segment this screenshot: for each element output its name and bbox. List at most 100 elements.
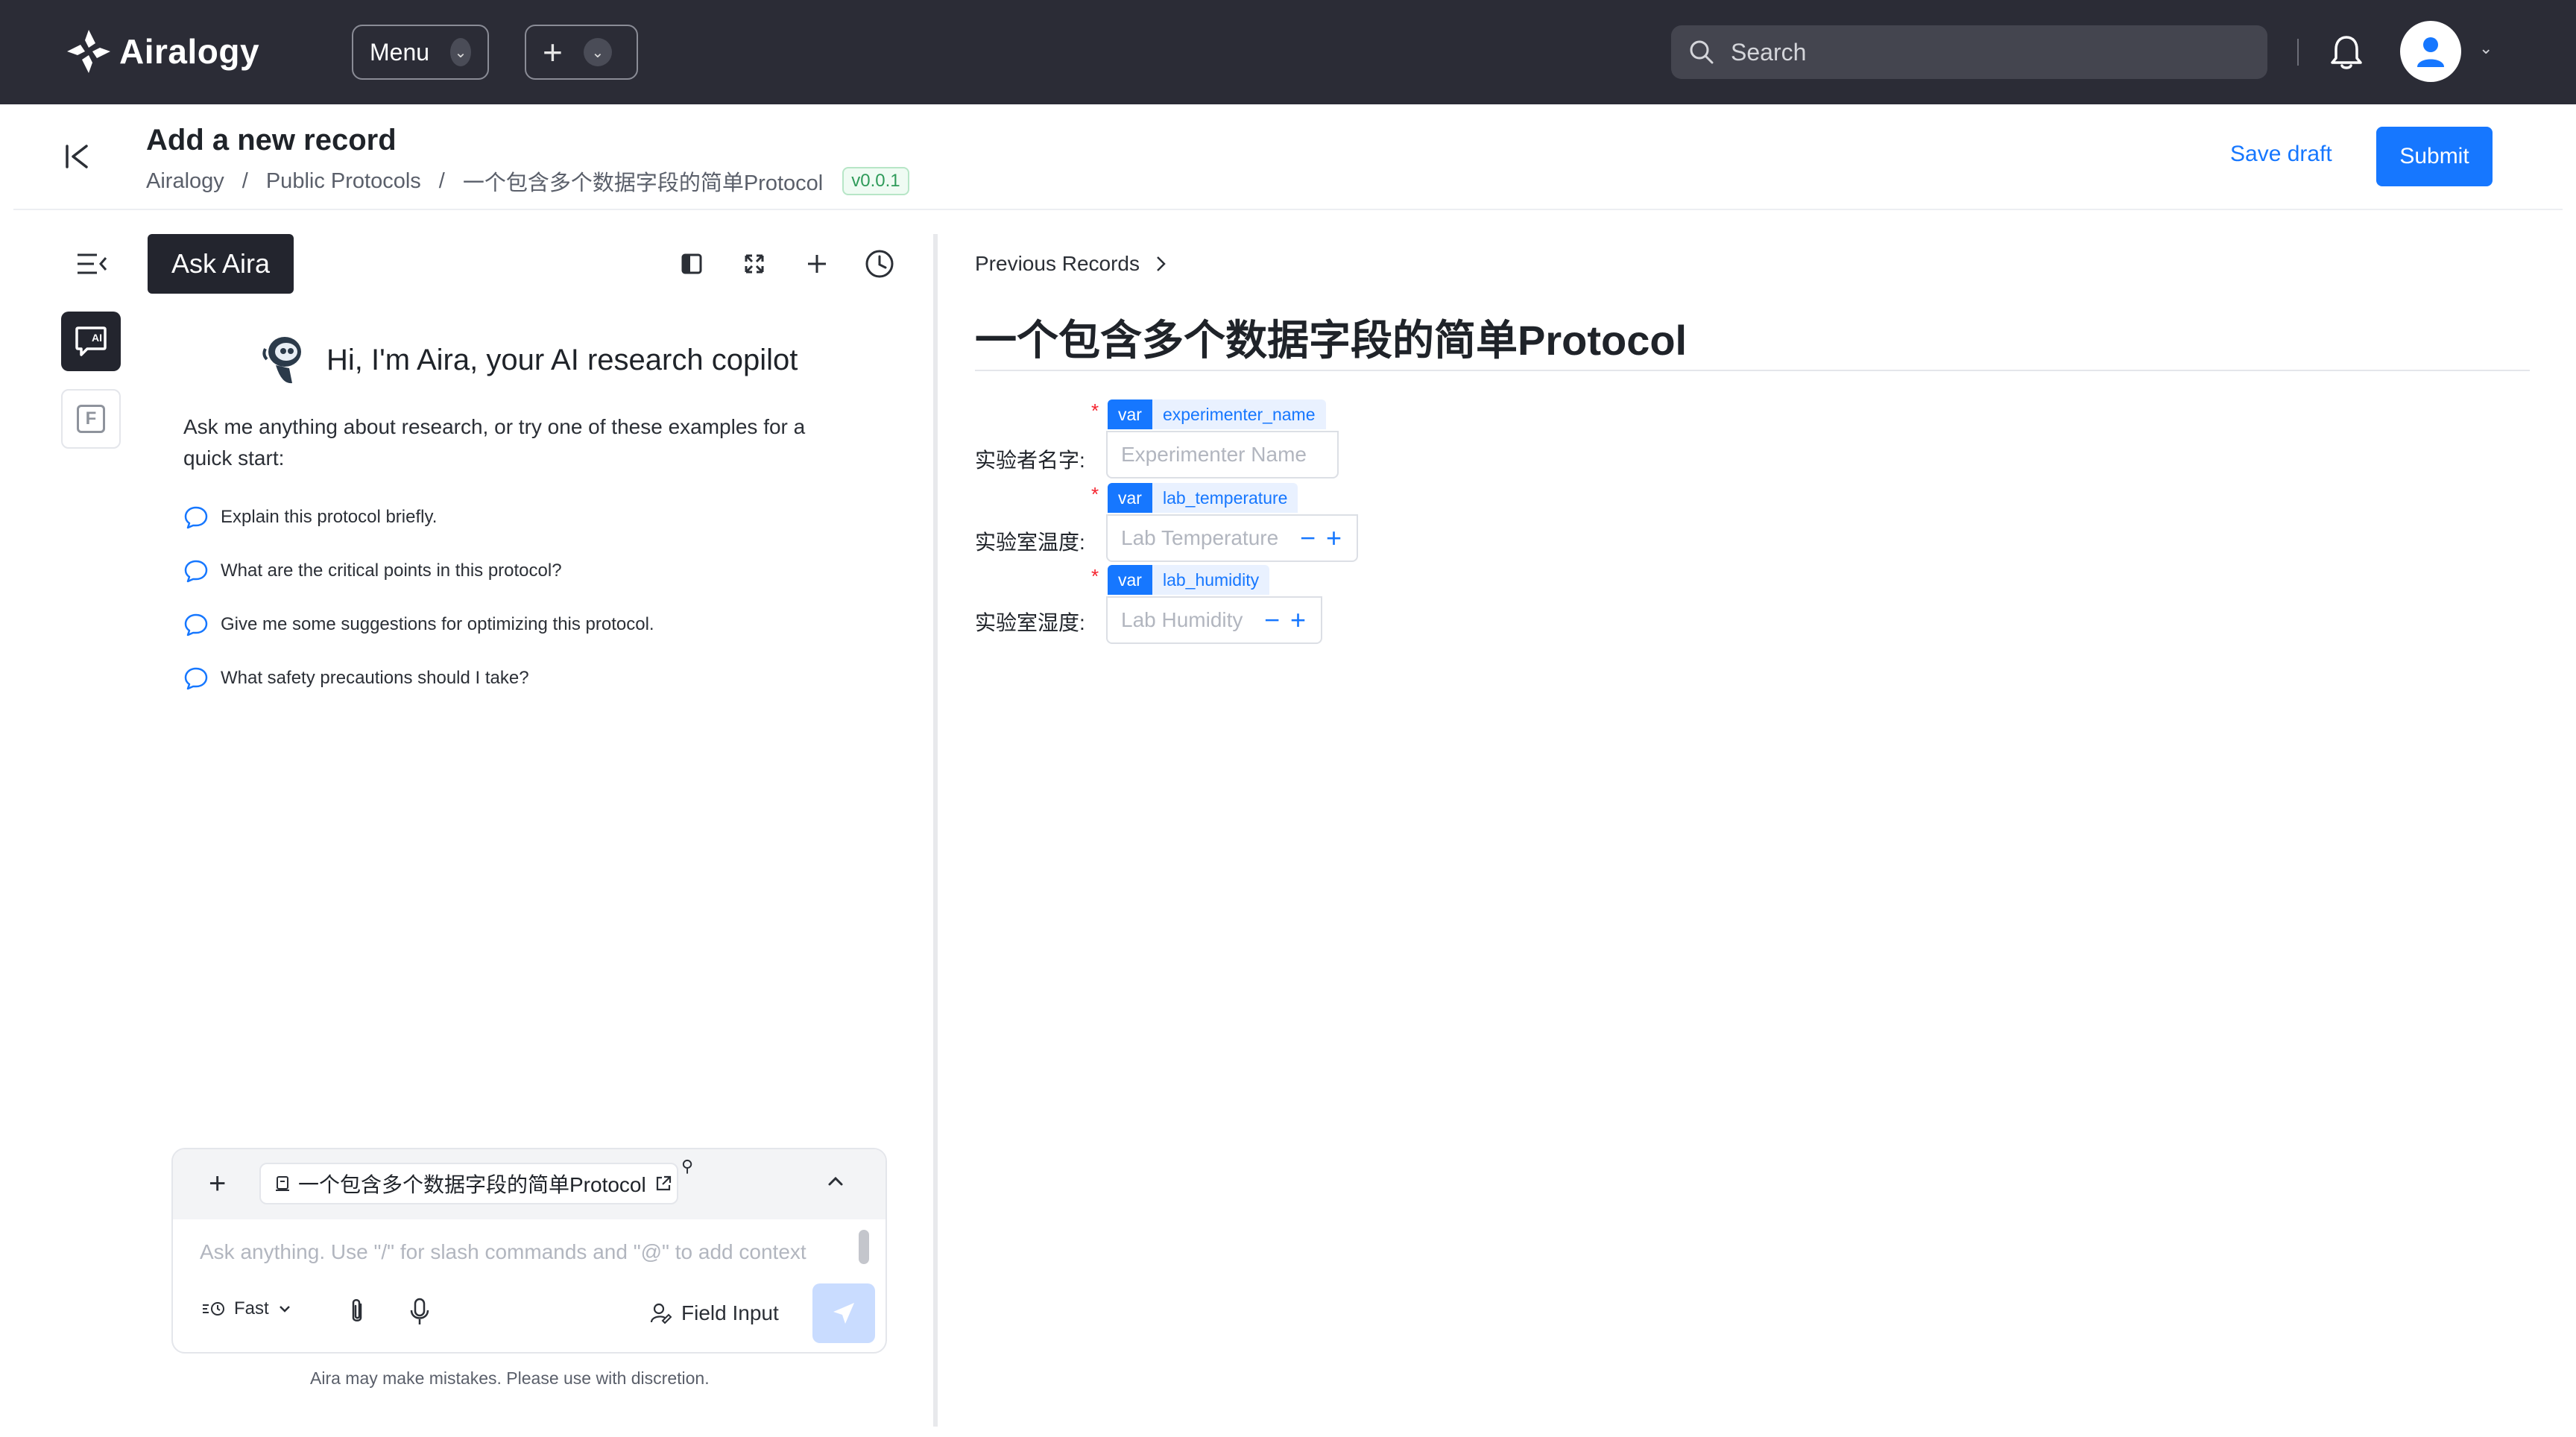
suggestion-item[interactable]: Give me some suggestions for optimizing … (183, 613, 654, 637)
airalogy-logo-icon (67, 30, 110, 73)
ai-chat-icon: AI (75, 326, 107, 356)
suggestion-text: What are the critical points in this pro… (221, 560, 562, 581)
context-chip[interactable]: 一个包含多个数据字段的简单Protocol (259, 1163, 678, 1204)
chat-bubble-icon (184, 613, 208, 637)
assistant-disclaimer: Aira may make mistakes. Please use with … (310, 1368, 710, 1388)
bell-icon[interactable] (2329, 33, 2364, 72)
chevron-right-icon (1157, 256, 1166, 271)
protocol-divider (975, 370, 2530, 371)
field-label-lab-temperature: 实验室温度: (975, 531, 1085, 554)
fullscreen-icon (745, 254, 764, 274)
suggestion-text: What safety precautions should I take? (221, 668, 529, 688)
chevron-down-icon: ⌄ (583, 38, 612, 66)
fullscreen-button[interactable] (739, 249, 769, 279)
chat-history-button[interactable] (865, 249, 894, 279)
breadcrumb-separator: / (438, 168, 445, 193)
var-chip-experimenter-name: var experimenter_name (1108, 399, 1326, 429)
experimenter-name-field[interactable] (1106, 431, 1339, 479)
var-chip-lab-temperature: var lab_temperature (1108, 483, 1298, 513)
suggestion-text: Give me some suggestions for optimizing … (221, 614, 654, 634)
protocol-title: 一个包含多个数据字段的简单Protocol (975, 317, 1688, 364)
previous-records-label: Previous Records (975, 252, 1140, 275)
previous-records-link[interactable]: Previous Records (975, 252, 1168, 276)
top-navbar: Airalogy Menu ⌄ + ⌄ Search ⌄ (0, 0, 2576, 104)
suggestion-item[interactable]: Explain this protocol briefly. (183, 505, 437, 529)
app-logo[interactable]: Airalogy (63, 25, 259, 78)
increment-button[interactable]: + (1326, 525, 1342, 552)
suggestion-text: Explain this protocol briefly. (221, 507, 438, 527)
form-f-icon: F (77, 405, 105, 433)
rail-ai-chat[interactable]: AI (61, 312, 121, 371)
document-icon (276, 1176, 289, 1191)
field-label-lab-humidity: 实验室湿度: (975, 611, 1085, 634)
search-icon (1690, 40, 1714, 64)
svg-text:AI: AI (92, 332, 102, 344)
required-mark: * (1091, 399, 1099, 422)
chevron-down-icon: ⌄ (450, 38, 471, 66)
field-input-icon (650, 1303, 672, 1324)
suggestion-item[interactable]: What safety precautions should I take? (183, 666, 529, 690)
sidebar-toggle-icon[interactable] (76, 250, 109, 277)
pin-icon[interactable]: ⚲ (681, 1157, 693, 1176)
save-draft-button[interactable]: Save draft (2230, 142, 2332, 167)
increment-button[interactable]: + (1290, 607, 1306, 634)
plus-icon: + (543, 33, 563, 72)
suggestion-item[interactable]: What are the critical points in this pro… (183, 559, 562, 583)
panel-layout-icon (681, 253, 702, 274)
header-divider (13, 209, 2563, 210)
lab-temperature-input[interactable] (1121, 526, 1289, 550)
lab-humidity-input[interactable] (1121, 608, 1254, 632)
var-name: lab_temperature (1162, 487, 1288, 508)
panel-resize-handle[interactable] (933, 234, 938, 1427)
collapse-left-icon[interactable] (63, 142, 92, 171)
plus-icon (808, 255, 826, 273)
panel-layout-button[interactable] (677, 249, 707, 279)
submit-button[interactable]: Submit (2376, 127, 2493, 186)
chat-input-scrollbar[interactable] (859, 1230, 869, 1264)
assistant-intro: Ask me anything about research, or try o… (183, 415, 806, 470)
required-mark: * (1091, 565, 1099, 587)
decrement-button[interactable]: − (1300, 525, 1316, 552)
create-new-button[interactable]: + ⌄ (525, 25, 638, 80)
decrement-button[interactable]: − (1264, 607, 1280, 634)
microphone-icon[interactable] (408, 1297, 431, 1327)
required-mark: * (1091, 483, 1099, 505)
var-name: experimenter_name (1162, 404, 1316, 424)
chevron-up-icon[interactable] (823, 1169, 848, 1194)
breadcrumb: Airalogy / Public Protocols / 一个包含多个数据字段… (146, 165, 909, 197)
chat-composer: + 一个包含多个数据字段的简单Protocol ⚲ Fast (171, 1148, 887, 1354)
add-context-button[interactable]: + (209, 1169, 226, 1198)
var-name: lab_humidity (1162, 569, 1260, 590)
lab-humidity-field[interactable]: − + (1106, 596, 1322, 644)
send-button[interactable] (812, 1283, 875, 1343)
experimenter-name-input[interactable] (1121, 443, 1330, 467)
user-avatar-icon (2417, 37, 2444, 67)
assistant-greeting-title: Hi, I'm Aira, your AI research copilot (326, 343, 798, 376)
context-chip-label: 一个包含多个数据字段的简单Protocol (298, 1173, 646, 1196)
breadcrumb-item-airalogy[interactable]: Airalogy (146, 169, 224, 194)
version-badge: v0.0.1 (842, 167, 909, 195)
assistant-greeting: Hi, I'm Aira, your AI research copilot (259, 332, 798, 388)
external-link-icon[interactable] (654, 1174, 673, 1193)
breadcrumb-item-protocol[interactable]: 一个包含多个数据字段的简单Protocol (463, 165, 823, 197)
chat-bubble-icon (184, 560, 208, 583)
menu-button[interactable]: Menu ⌄ (352, 25, 489, 80)
speed-mode-select[interactable]: Fast (201, 1298, 293, 1319)
breadcrumb-item-public-protocols[interactable]: Public Protocols (266, 169, 421, 194)
history-icon (865, 250, 894, 278)
app-name: Airalogy (119, 32, 260, 71)
global-search[interactable]: Search (1671, 25, 2267, 79)
new-chat-button[interactable] (802, 249, 832, 279)
var-tag: var (1108, 399, 1152, 429)
rail-form[interactable]: F (61, 389, 121, 449)
var-tag: var (1108, 483, 1152, 513)
paperclip-icon[interactable] (346, 1297, 368, 1327)
chevron-down-icon[interactable]: ⌄ (2479, 39, 2493, 58)
search-placeholder: Search (1731, 38, 1807, 66)
field-input-button[interactable]: Field Input (650, 1301, 779, 1325)
field-input-label: Field Input (681, 1301, 779, 1324)
user-avatar[interactable] (2400, 21, 2461, 82)
tab-ask-aira[interactable]: Ask Aira (148, 234, 294, 294)
chat-input[interactable] (200, 1237, 811, 1267)
lab-temperature-field[interactable]: − + (1106, 514, 1358, 562)
